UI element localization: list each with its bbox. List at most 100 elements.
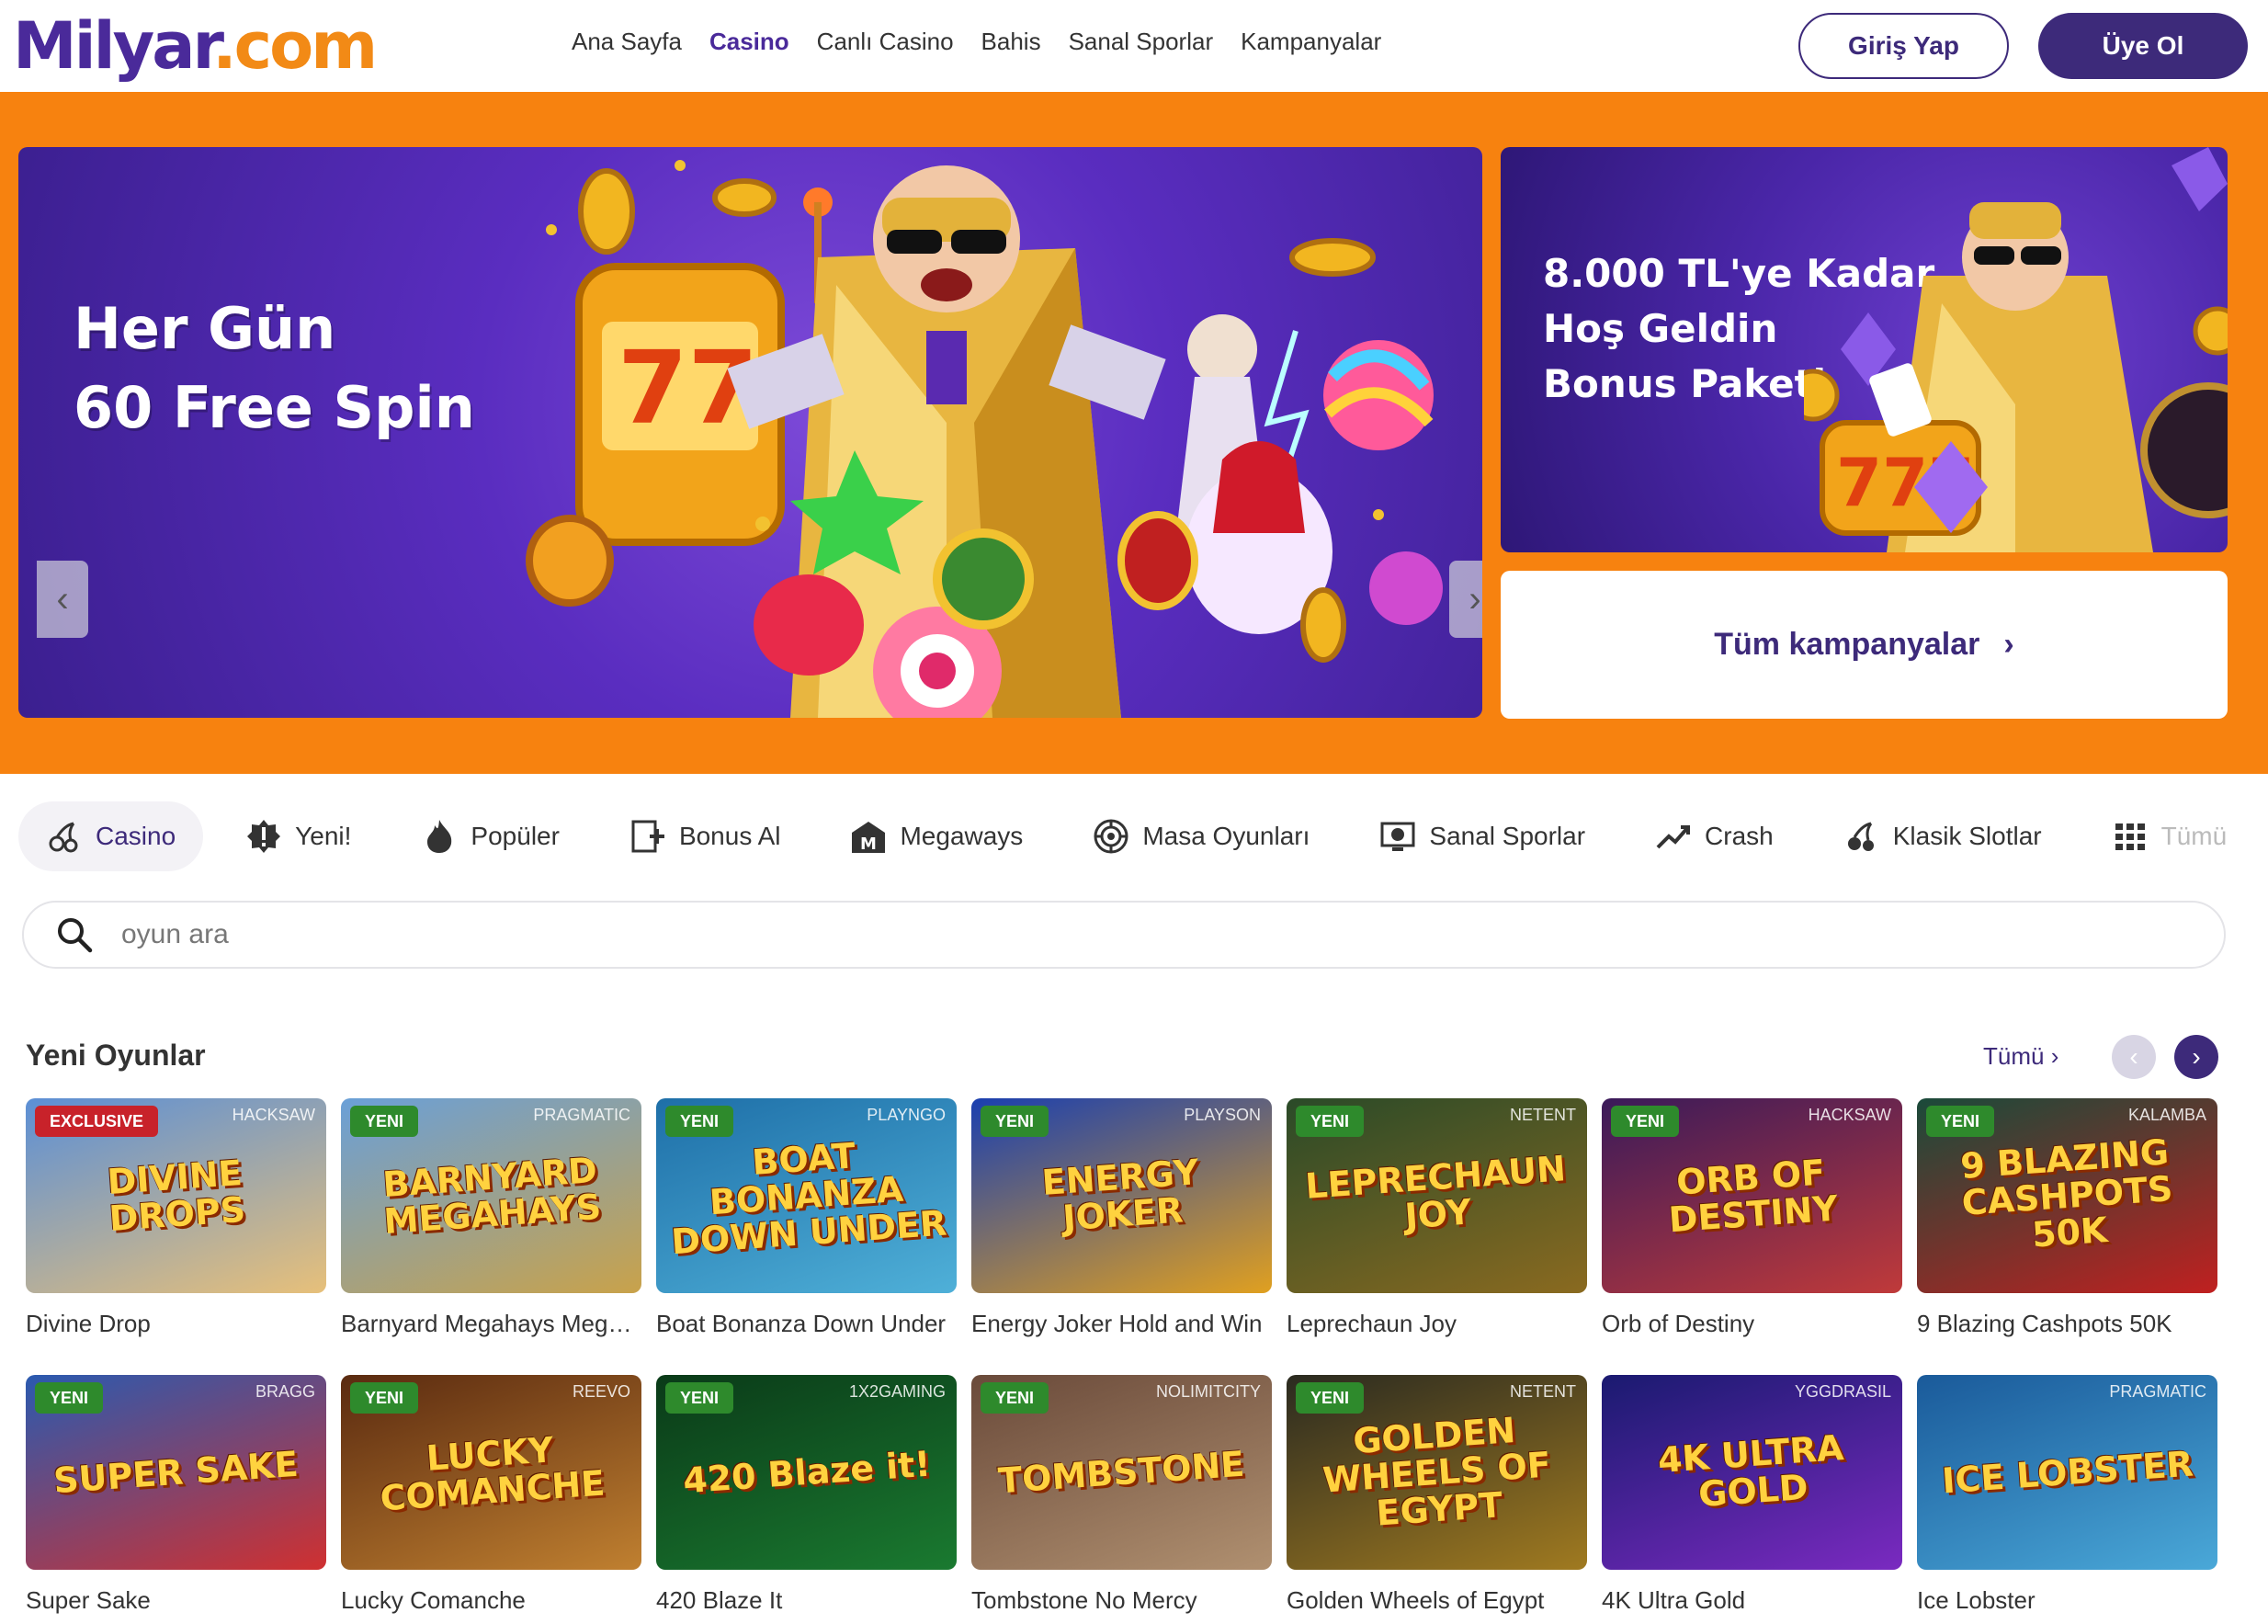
game-thumbnail[interactable]: ORB OF DESTINY YENI HACKSAW	[1602, 1098, 1902, 1293]
tab-popular[interactable]: Popüler	[393, 801, 587, 871]
game-grid: DIVINE DROPS EXCLUSIVE HACKSAW Divine Dr…	[26, 1098, 2222, 1615]
game-logo-art: LUCKY COMANCHE	[379, 1429, 607, 1519]
hero-main-title: Her Gün 60 Free Spin	[74, 295, 475, 441]
game-card[interactable]: 4K ULTRA GOLD YGGDRASIL 4K Ultra Gold	[1602, 1375, 1902, 1615]
tab-virtual-sports[interactable]: Sanal Sporlar	[1352, 801, 1613, 871]
game-provider: PRAGMATIC	[533, 1106, 630, 1124]
game-name[interactable]: 420 Blaze It	[656, 1586, 957, 1615]
game-name[interactable]: Leprechaun Joy	[1287, 1310, 1587, 1338]
game-name[interactable]: Divine Drop	[26, 1310, 326, 1338]
trend-up-icon	[1655, 818, 1692, 855]
game-card[interactable]: ORB OF DESTINY YENI HACKSAW Orb of Desti…	[1602, 1098, 1902, 1338]
game-thumbnail[interactable]: ENERGY JOKER YENI PLAYSON	[971, 1098, 1272, 1293]
nav-item-campaigns[interactable]: Kampanyalar	[1241, 28, 1381, 56]
tab-all[interactable]: Tümü	[2084, 801, 2255, 871]
carousel-prev-button[interactable]: ‹	[2112, 1035, 2156, 1079]
game-badge: YENI	[1296, 1382, 1365, 1414]
nav-item-live-casino[interactable]: Canlı Casino	[817, 28, 954, 56]
game-card[interactable]: BOAT BONANZA DOWN UNDER YENI PLAYNGO Boa…	[656, 1098, 957, 1338]
game-thumbnail[interactable]: TOMBSTONE YENI NOLIMITCITY	[971, 1375, 1272, 1570]
game-thumbnail[interactable]: LUCKY COMANCHE YENI REEVO	[341, 1375, 641, 1570]
game-name[interactable]: Golden Wheels of Egypt	[1287, 1586, 1587, 1615]
tab-casino[interactable]: Casino	[18, 801, 204, 871]
category-tabs: Casino Yeni! Popüler Bonus Al M Megaways…	[18, 801, 2268, 871]
hero-prev-arrow[interactable]: ‹	[37, 561, 88, 638]
game-name[interactable]: 9 Blazing Cashpots 50K	[1917, 1310, 2217, 1338]
cherries-icon	[1843, 818, 1880, 855]
tab-crash[interactable]: Crash	[1627, 801, 1801, 871]
game-thumbnail[interactable]: 420 Blaze it! YENI 1X2GAMING	[656, 1375, 957, 1570]
game-name[interactable]: Tombstone No Mercy	[971, 1586, 1272, 1615]
hero-next-arrow[interactable]: ›	[1449, 561, 1482, 638]
game-name[interactable]: Lucky Comanche	[341, 1586, 641, 1615]
virtual-sports-icon	[1379, 818, 1416, 855]
hero-main-banner[interactable]: Her Gün 60 Free Spin 77 ‹ ›	[18, 147, 1482, 718]
game-badge: YENI	[35, 1382, 104, 1414]
tab-bonus-buy[interactable]: Bonus Al	[602, 801, 809, 871]
search-input[interactable]	[121, 919, 2143, 950]
tab-new[interactable]: Yeni!	[218, 801, 379, 871]
game-thumbnail[interactable]: 4K ULTRA GOLD YGGDRASIL	[1602, 1375, 1902, 1570]
game-card[interactable]: LEPRECHAUN JOY YENI NETENT Leprechaun Jo…	[1287, 1098, 1587, 1338]
game-badge: YENI	[1296, 1106, 1365, 1137]
game-thumbnail[interactable]: DIVINE DROPS EXCLUSIVE HACKSAW	[26, 1098, 326, 1293]
game-name[interactable]: Energy Joker Hold and Win	[971, 1310, 1272, 1338]
see-all-link[interactable]: Tümü ›	[1983, 1042, 2058, 1071]
game-thumbnail[interactable]: LEPRECHAUN JOY YENI NETENT	[1287, 1098, 1587, 1293]
game-thumbnail[interactable]: ICE LOBSTER PRAGMATIC	[1917, 1375, 2217, 1570]
nav-item-virtual-sports[interactable]: Sanal Sporlar	[1069, 28, 1214, 56]
game-card[interactable]: ICE LOBSTER PRAGMATIC Ice Lobster	[1917, 1375, 2217, 1615]
game-provider: YGGDRASIL	[1794, 1382, 1891, 1401]
game-card[interactable]: TOMBSTONE YENI NOLIMITCITY Tombstone No …	[971, 1375, 1272, 1615]
game-badge: YENI	[981, 1382, 1049, 1414]
hero-main-illustration: 77	[526, 160, 1443, 718]
game-card[interactable]: DIVINE DROPS EXCLUSIVE HACKSAW Divine Dr…	[26, 1098, 326, 1338]
game-card[interactable]: GOLDEN WHEELS OF EGYPT YENI NETENT Golde…	[1287, 1375, 1587, 1615]
game-badge: YENI	[1611, 1106, 1680, 1137]
tab-table-games[interactable]: Masa Oyunları	[1065, 801, 1337, 871]
game-thumbnail[interactable]: 9 BLAZING CASHPOTS 50K YENI KALAMBA	[1917, 1098, 2217, 1293]
game-name[interactable]: 4K Ultra Gold	[1602, 1586, 1902, 1615]
game-thumbnail[interactable]: SUPER SAKE YENI BRAGG	[26, 1375, 326, 1570]
game-logo-art: 4K ULTRA GOLD	[1656, 1427, 1845, 1516]
game-thumbnail[interactable]: GOLDEN WHEELS OF EGYPT YENI NETENT	[1287, 1375, 1587, 1570]
register-button[interactable]: Üye Ol	[2038, 13, 2248, 79]
site-logo[interactable]: Milyar.com	[13, 11, 378, 81]
game-name[interactable]: Boat Bonanza Down Under	[656, 1310, 957, 1338]
nav-item-betting[interactable]: Bahis	[981, 28, 1041, 56]
game-card[interactable]: LUCKY COMANCHE YENI REEVO Lucky Comanche	[341, 1375, 641, 1615]
game-card[interactable]: SUPER SAKE YENI BRAGG Super Sake	[26, 1375, 326, 1615]
chevron-right-icon: ›	[2192, 1042, 2201, 1071]
game-thumbnail[interactable]: BARNYARD MEGAHAYS YENI PRAGMATIC	[341, 1098, 641, 1293]
all-campaigns-button[interactable]: Tüm kampanyalar ›	[1501, 571, 2228, 719]
hero-side-banner[interactable]: 8.000 TL'ye Kadar Hoş Geldin Bonus Paket…	[1501, 147, 2228, 552]
login-button[interactable]: Giriş Yap	[1798, 13, 2009, 79]
game-provider: KALAMBA	[2127, 1106, 2206, 1124]
game-card[interactable]: BARNYARD MEGAHAYS YENI PRAGMATIC Barnyar…	[341, 1098, 641, 1338]
game-card[interactable]: ENERGY JOKER YENI PLAYSON Energy Joker H…	[971, 1098, 1272, 1338]
game-thumbnail[interactable]: BOAT BONANZA DOWN UNDER YENI PLAYNGO	[656, 1098, 957, 1293]
game-name[interactable]: Ice Lobster	[1917, 1586, 2217, 1615]
game-name[interactable]: Barnyard Megahays Megaways	[341, 1310, 641, 1338]
game-logo-art: LEPRECHAUN JOY	[1303, 1148, 1568, 1237]
game-logo-art: GOLDEN WHEELS OF EGYPT	[1321, 1409, 1553, 1534]
nav-item-home[interactable]: Ana Sayfa	[572, 28, 682, 56]
chevron-right-icon: ›	[2003, 627, 2014, 662]
megaways-icon: M	[850, 818, 887, 855]
game-name[interactable]: Super Sake	[26, 1586, 326, 1615]
nav-item-casino[interactable]: Casino	[709, 28, 789, 56]
game-badge: YENI	[981, 1106, 1049, 1137]
carousel-next-button[interactable]: ›	[2174, 1035, 2218, 1079]
tab-classic-slots[interactable]: Klasik Slotlar	[1816, 801, 2070, 871]
all-campaigns-label: Tüm kampanyalar	[1714, 627, 1980, 662]
game-provider: REEVO	[572, 1382, 630, 1401]
game-card[interactable]: 420 Blaze it! YENI 1X2GAMING 420 Blaze I…	[656, 1375, 957, 1615]
game-provider: NETENT	[1510, 1106, 1576, 1124]
bonus-buy-icon	[629, 818, 666, 855]
cherries-icon	[46, 818, 83, 855]
svg-text:M: M	[860, 835, 877, 854]
tab-megaways[interactable]: M Megaways	[822, 801, 1050, 871]
game-name[interactable]: Orb of Destiny	[1602, 1310, 1902, 1338]
grid-icon	[2112, 818, 2149, 855]
game-card[interactable]: 9 BLAZING CASHPOTS 50K YENI KALAMBA 9 Bl…	[1917, 1098, 2217, 1338]
